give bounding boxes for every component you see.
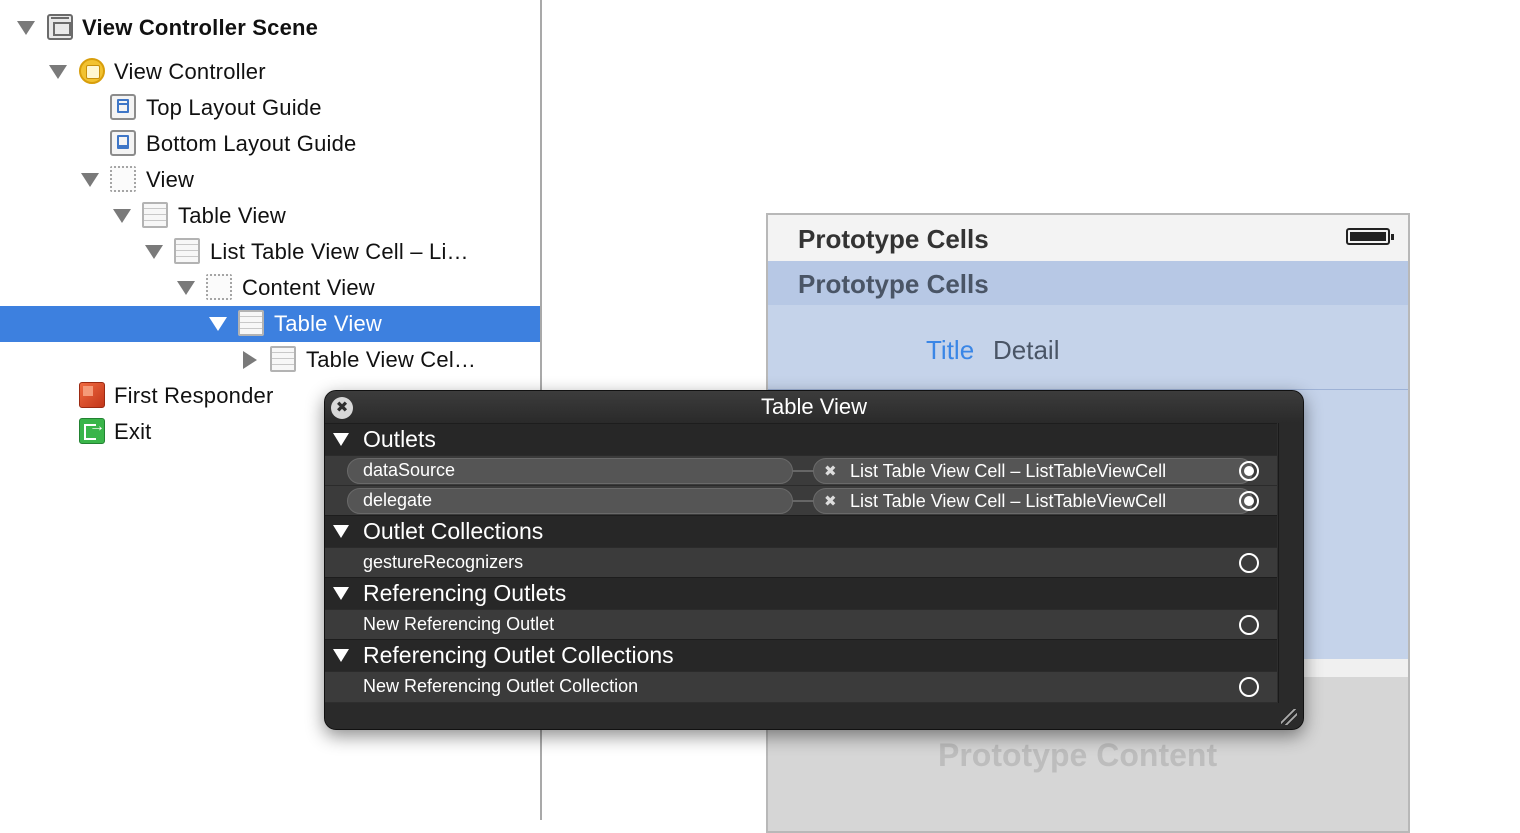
disclosure-triangle-icon[interactable]	[333, 433, 349, 446]
popover-title: Table View	[761, 394, 867, 419]
section-outlet-collections[interactable]: Outlet Collections	[325, 515, 1277, 547]
connection-target[interactable]: ✖ List Table View Cell – ListTableViewCe…	[813, 488, 1253, 514]
disclosure-triangle-icon[interactable]	[49, 65, 67, 79]
content-view-icon	[206, 274, 232, 300]
outlet-collection-name: gestureRecognizers	[363, 552, 524, 572]
new-referencing-outlet-row[interactable]: New Referencing Outlet	[325, 609, 1277, 640]
outlet-row-delegate[interactable]: delegate ✖ List Table View Cell – ListTa…	[325, 485, 1277, 516]
table-view-cell-icon	[270, 346, 296, 372]
section-header: Prototype Cells	[768, 261, 1408, 305]
outline-item-label: Exit	[114, 419, 152, 444]
connection-target-label: List Table View Cell – ListTableViewCell	[850, 461, 1167, 481]
section-header-label: Prototype Cells	[798, 269, 989, 299]
battery-icon	[1346, 228, 1394, 245]
disclosure-triangle-icon[interactable]	[209, 317, 227, 331]
cell-title-label[interactable]: Title	[926, 335, 974, 366]
section-referencing-outlets[interactable]: Referencing Outlets	[325, 577, 1277, 609]
disclosure-triangle-icon[interactable]	[17, 21, 35, 35]
outline-item-nested-table-view[interactable]: Table View	[0, 306, 540, 342]
outline-item-view-controller[interactable]: View Controller	[0, 54, 540, 90]
connections-popover: Table View ✖ Outlets dataSource ✖ List T…	[324, 390, 1304, 730]
section-title: Outlets	[363, 426, 436, 452]
connected-circle-icon[interactable]	[1239, 461, 1259, 481]
connected-circle-icon[interactable]	[1239, 491, 1259, 511]
connection-target-label: List Table View Cell – ListTableViewCell	[850, 491, 1167, 511]
section-title: Referencing Outlet Collections	[363, 642, 674, 668]
resize-handle-icon[interactable]	[1281, 709, 1297, 725]
outline-item-label: Content View	[242, 275, 375, 300]
disclosure-triangle-icon[interactable]	[177, 281, 195, 295]
table-view-icon	[238, 310, 264, 336]
section-outlets[interactable]: Outlets	[325, 423, 1277, 455]
popover-footer	[325, 703, 1303, 729]
connection-target[interactable]: ✖ List Table View Cell – ListTableViewCe…	[813, 458, 1253, 484]
popover-title-bar[interactable]: Table View	[325, 391, 1303, 423]
outline-item-table-view-cell[interactable]: Table View Cel…	[0, 342, 540, 378]
popover-scrollbar[interactable]	[1278, 423, 1303, 703]
outlet-name: dataSource	[363, 460, 456, 480]
section-referencing-outlet-collections[interactable]: Referencing Outlet Collections	[325, 639, 1277, 671]
outline-item-content-view[interactable]: Content View	[0, 270, 540, 306]
scene-icon	[47, 14, 73, 40]
outline-item-list-table-view-cell[interactable]: List Table View Cell – Li…	[0, 234, 540, 270]
outline-item-table-view[interactable]: Table View	[0, 198, 540, 234]
referencing-outlet-name: New Referencing Outlet	[363, 614, 555, 634]
exit-icon	[79, 418, 105, 444]
top-layout-guide-icon	[110, 94, 136, 120]
outline-item-view[interactable]: View	[0, 162, 540, 198]
new-referencing-outlet-collection-row[interactable]: New Referencing Outlet Collection	[325, 671, 1277, 702]
outline-item-top-layout-guide[interactable]: Top Layout Guide	[0, 90, 540, 126]
outline-item-label: Top Layout Guide	[146, 95, 322, 120]
first-responder-icon	[79, 382, 105, 408]
outlet-collection-row-gesture-recognizers[interactable]: gestureRecognizers	[325, 547, 1277, 578]
close-icon[interactable]: ✖	[331, 397, 353, 419]
connection-line	[793, 470, 815, 472]
disclosure-triangle-collapsed-icon[interactable]	[243, 351, 257, 369]
empty-circle-icon[interactable]	[1239, 553, 1259, 573]
disconnect-icon[interactable]: ✖	[824, 492, 837, 510]
table-view-cell-icon	[174, 238, 200, 264]
outline-item-label: View	[146, 167, 195, 192]
disclosure-triangle-icon[interactable]	[113, 209, 131, 223]
navigation-title: Prototype Cells	[798, 224, 989, 254]
section-title: Outlet Collections	[363, 518, 544, 544]
outline-item-label: Table View	[178, 203, 286, 228]
disclosure-triangle-icon[interactable]	[81, 173, 99, 187]
view-icon	[110, 166, 136, 192]
disclosure-triangle-icon[interactable]	[145, 245, 163, 259]
outline-item-label: List Table View Cell – Li…	[210, 239, 469, 264]
outline-item-label: Bottom Layout Guide	[146, 131, 357, 156]
bottom-layout-guide-icon	[110, 130, 136, 156]
empty-circle-icon[interactable]	[1239, 615, 1259, 635]
outline-item-label: First Responder	[114, 383, 274, 408]
table-view-icon	[142, 202, 168, 228]
outline-item-label: View Controller	[114, 59, 266, 84]
disclosure-triangle-icon[interactable]	[333, 649, 349, 662]
status-bar: Prototype Cells	[768, 215, 1408, 262]
referencing-outlet-collection-name: New Referencing Outlet Collection	[363, 676, 639, 696]
disclosure-triangle-icon[interactable]	[333, 525, 349, 538]
outlet-row-datasource[interactable]: dataSource ✖ List Table View Cell – List…	[325, 455, 1277, 486]
disclosure-triangle-icon[interactable]	[333, 587, 349, 600]
outline-item-label: View Controller Scene	[82, 15, 319, 40]
outline-item-view-controller-scene[interactable]: View Controller Scene	[0, 10, 540, 46]
view-controller-icon	[79, 58, 105, 84]
outline-item-label: Table View	[274, 311, 382, 336]
outline-item-label: Table View Cel…	[306, 347, 477, 372]
cell-detail-label[interactable]: Detail	[993, 335, 1059, 366]
section-title: Referencing Outlets	[363, 580, 567, 606]
disconnect-icon[interactable]: ✖	[824, 462, 837, 480]
connection-line	[793, 500, 815, 502]
outlet-name: delegate	[363, 490, 433, 510]
empty-circle-icon[interactable]	[1239, 677, 1259, 697]
outline-item-bottom-layout-guide[interactable]: Bottom Layout Guide	[0, 126, 540, 162]
prototype-content-label: Prototype Content	[938, 737, 1218, 773]
